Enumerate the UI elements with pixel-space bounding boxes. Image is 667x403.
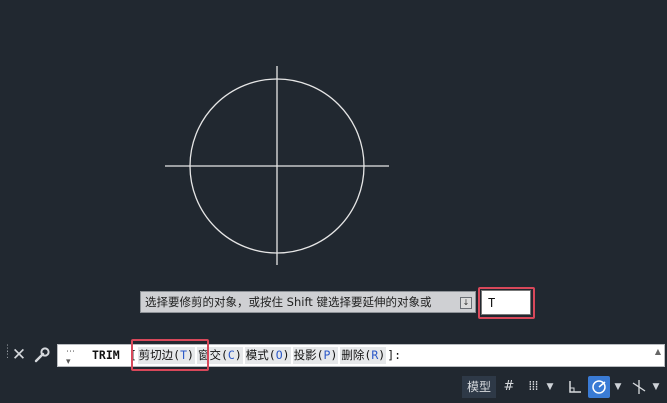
isodraft-icon[interactable] (628, 376, 650, 398)
dynamic-input-field[interactable] (481, 290, 531, 315)
model-tab[interactable]: 模型 (462, 376, 496, 398)
snap-icon[interactable]: ⁞⁞⁞ (523, 376, 543, 398)
option-crossing[interactable]: 窗交(C) (196, 347, 243, 364)
ortho-icon[interactable] (564, 376, 586, 398)
polar-chevron-down-icon[interactable]: ▼ (612, 376, 624, 398)
option-mode[interactable]: 模式(O) (244, 347, 291, 364)
isodraft-chevron-down-icon[interactable]: ▼ (650, 376, 662, 398)
option-open-bracket: [ (129, 348, 137, 362)
option-project[interactable]: 投影(P) (292, 347, 339, 364)
options-download-icon[interactable]: ↓ (460, 297, 472, 309)
command-prompt-text: TRIM [剪切边(T) 窗交(C) 模式(O) 投影(P) 删除(R)]: (92, 345, 401, 366)
command-line-bar: ⋮ ⋮ ✕ ⋯ ▾ TRIM[剪切边(T) 窗交(C) 模式(O) 投影(P) 删除(R)]… (0, 340, 667, 370)
command-input[interactable]: ⋯ ▾ TRIM [剪切边(T) 窗交(C) 模式(O) 投影(P) 删除(R)]: ▲ (57, 344, 665, 367)
active-command-name: TRIM (92, 348, 120, 362)
close-icon[interactable]: ✕ (9, 344, 29, 366)
drawing-canvas[interactable] (0, 0, 667, 340)
status-bar: 模型 # ⁞⁞⁞ ▼ ▼ ▼ (0, 372, 667, 401)
recent-commands-chevron-icon[interactable]: ⋯ ▾ (66, 347, 75, 367)
grid-icon[interactable]: # (499, 376, 519, 398)
option-cutting-edges[interactable]: 剪切边(T) (137, 347, 195, 364)
dynamic-prompt-text: 选择要修剪的对象，或按住 Shift 键选择要延伸的对象或 (145, 295, 432, 309)
polar-icon[interactable] (588, 376, 610, 398)
snap-chevron-down-icon[interactable]: ▼ (544, 376, 556, 398)
option-erase[interactable]: 删除(R) (340, 347, 387, 364)
wrench-icon[interactable] (32, 344, 52, 366)
prompt-close: ]: (387, 348, 402, 362)
dynamic-prompt-tooltip: 选择要修剪的对象，或按住 Shift 键选择要延伸的对象或 ↓ (140, 291, 476, 313)
history-scroll-icon[interactable]: ▲ (655, 347, 661, 356)
